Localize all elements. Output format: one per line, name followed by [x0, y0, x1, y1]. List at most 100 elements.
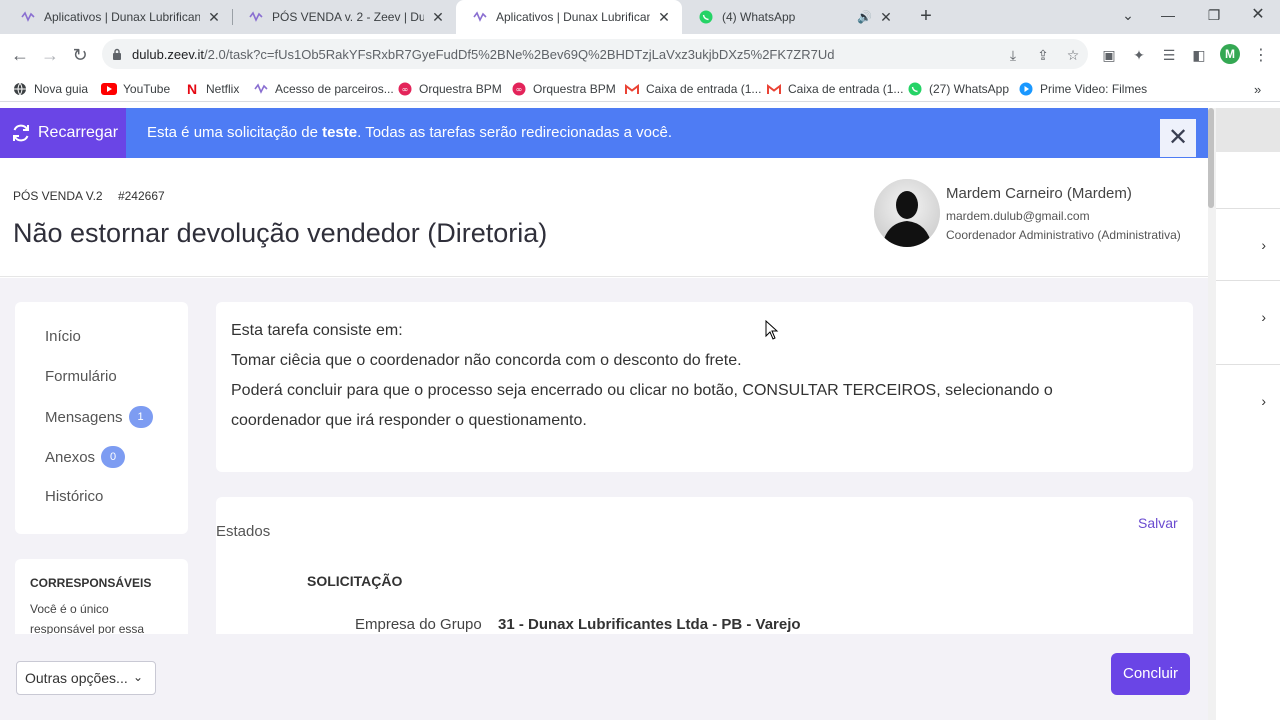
avatar [874, 179, 940, 247]
estados-label: Estados [216, 523, 271, 540]
extension-camera-icon[interactable]: ▣ [1100, 46, 1118, 64]
address-bar[interactable]: dulub.zeev.it/2.0/task?c=fUs1Ob5RakYFsRx… [102, 39, 1088, 69]
profile-avatar[interactable]: M [1220, 44, 1240, 64]
banner-text-after: . Todas as tarefas serão redirecionadas … [357, 124, 673, 141]
orquestra-icon: ∞ [511, 82, 527, 96]
bookmark-label: Caixa de entrada (1... [788, 82, 904, 96]
bookmark-prime-video[interactable]: Prime Video: Filmes [1018, 80, 1147, 98]
nav-item-mensagens[interactable]: Mensagens 1 [45, 406, 153, 428]
bookmark-label: YouTube [123, 82, 171, 96]
reload-button[interactable]: Recarregar [0, 108, 126, 158]
background-row[interactable]: › [1216, 208, 1280, 280]
bookmark-nova-guia[interactable]: Nova guia [12, 80, 88, 98]
bookmark-label: Caixa de entrada (1... [646, 82, 762, 96]
user-email: mardem.dulub@gmail.com [946, 209, 1090, 223]
bookmark-gmail-1[interactable]: Caixa de entrada (1... [624, 80, 761, 98]
tab-whatsapp[interactable]: (4) WhatsApp 🔊 ✕ [682, 0, 904, 34]
instructions-line: Poderá concluir para que o processo seja… [231, 382, 1053, 399]
zeev-icon [472, 9, 488, 25]
bookmark-orquestra-2[interactable]: ∞ Orquestra BPM [511, 80, 616, 98]
tab-aplicativos-1[interactable]: Aplicativos | Dunax Lubrificantes ✕ [4, 0, 232, 34]
save-button[interactable]: Salvar [1138, 515, 1178, 531]
nav-item-historico[interactable]: Histórico [45, 488, 103, 505]
background-page: › › › [1216, 108, 1280, 720]
page-title: Não estornar devolução vendedor (Diretor… [13, 218, 548, 248]
bookmark-star-icon[interactable]: ☆ [1064, 46, 1082, 64]
reading-list-icon[interactable]: ☰ [1160, 46, 1178, 64]
nav-item-formulario[interactable]: Formulário [45, 368, 117, 385]
bookmark-whatsapp[interactable]: (27) WhatsApp [907, 80, 1009, 98]
reload-label: Recarregar [38, 124, 119, 141]
scrollbar-thumb[interactable] [1208, 108, 1214, 208]
nav-item-label: Anexos [45, 448, 96, 466]
bookmark-label: Prime Video: Filmes [1040, 82, 1148, 96]
restore-icon[interactable]: ❐ [1194, 0, 1234, 30]
url-text: dulub.zeev.it/2.0/task?c=fUs1Ob5RakYFsRx… [132, 47, 834, 62]
nav-item-anexos[interactable]: Anexos 0 [45, 446, 126, 468]
close-tab-icon[interactable]: ✕ [206, 9, 222, 26]
new-tab-button[interactable]: + [915, 5, 937, 27]
url-path: /2.0/task?c=fUs1Ob5RakYFsRxbR7GyeFudDf5%… [204, 46, 835, 62]
mouse-cursor-icon [765, 320, 779, 340]
task-modal: Recarregar Esta é uma solicitação de tes… [0, 108, 1210, 720]
extensions-puzzle-icon[interactable]: ✦ [1130, 46, 1148, 64]
count-badge: 1 [128, 406, 153, 428]
chevron-right-icon: › [1261, 309, 1266, 325]
field-label: Empresa do Grupo [355, 616, 482, 633]
bookmark-orquestra-1[interactable]: ∞ Orquestra BPM [397, 80, 502, 98]
process-info: PÓS VENDA V.2 #242667 [13, 189, 165, 203]
field-value: 31 - Dunax Lubrificantes Ltda - PB - Var… [498, 616, 801, 633]
tab-aplicativos-active[interactable]: Aplicativos | Dunax Lubrificantes ✕ [456, 0, 682, 34]
menu-dots-icon[interactable]: ⋮ [1252, 46, 1270, 64]
bookmark-gmail-2[interactable]: Caixa de entrada (1... [766, 80, 903, 98]
conclude-button[interactable]: Concluir [1111, 653, 1190, 695]
bookmark-youtube[interactable]: YouTube [101, 80, 170, 98]
globe-icon [12, 82, 28, 96]
close-icon[interactable]: ✕ [1160, 119, 1196, 157]
close-tab-icon[interactable]: ✕ [656, 9, 672, 26]
banner-text-bold: teste [322, 124, 358, 141]
prime-video-icon [1018, 82, 1034, 96]
scrollbar[interactable] [1208, 108, 1216, 720]
chevron-right-icon: › [1261, 393, 1266, 409]
window-close-icon[interactable]: ✕ [1238, 0, 1278, 30]
other-options-select[interactable]: Outras opções... ⌄ [16, 661, 156, 695]
close-tab-icon[interactable]: ✕ [430, 9, 446, 26]
side-panel-icon[interactable]: ◧ [1190, 46, 1208, 64]
more-bookmarks-chevron-icon[interactable]: » [1254, 80, 1261, 98]
install-app-icon[interactable]: ⤓ [1004, 46, 1022, 64]
background-row[interactable]: › [1216, 280, 1280, 352]
section-title: SOLICITAÇÃO [307, 573, 403, 589]
speaker-icon[interactable]: 🔊 [857, 10, 872, 24]
background-row[interactable]: › [1216, 364, 1280, 436]
gmail-icon [766, 82, 782, 96]
tab-pos-venda[interactable]: PÓS VENDA v. 2 - Zeev | Dunax Lubrifican… [232, 0, 456, 34]
process-code: #242667 [117, 189, 165, 203]
nav-item-label: Início [45, 328, 81, 345]
zeev-icon [253, 82, 269, 96]
svg-text:∞: ∞ [516, 85, 523, 94]
user-name: Mardem Carneiro (Mardem) [946, 185, 1132, 202]
zeev-icon [20, 9, 36, 25]
bookmark-label: Acesso de parceiros... [275, 82, 394, 96]
tab-title: Aplicativos | Dunax Lubrificantes [44, 10, 200, 24]
forward-arrow-icon[interactable]: → [38, 43, 62, 67]
tab-search-chevron-icon[interactable]: ⌄ [1108, 0, 1148, 30]
minimize-icon[interactable]: — [1148, 0, 1188, 30]
orquestra-icon: ∞ [397, 82, 413, 96]
user-role: Coordenador Administrativo (Administrati… [946, 228, 1181, 242]
youtube-icon [101, 82, 117, 96]
share-icon[interactable]: ⇪ [1034, 46, 1052, 64]
refresh-icon [13, 124, 29, 142]
lock-icon[interactable] [102, 48, 132, 60]
close-tab-icon[interactable]: ✕ [878, 9, 894, 26]
test-banner: Recarregar Esta é uma solicitação de tes… [0, 108, 1208, 158]
bookmark-netflix[interactable]: N Netflix [184, 80, 239, 98]
reload-icon[interactable]: ↻ [68, 43, 92, 67]
back-arrow-icon[interactable]: ← [8, 43, 32, 67]
bookmark-acesso-parceiros[interactable]: Acesso de parceiros... [253, 80, 394, 98]
nav-item-inicio[interactable]: Início [45, 328, 81, 345]
user-silhouette-icon [874, 179, 940, 247]
task-header: PÓS VENDA V.2 #242667 Não estornar devol… [0, 158, 1208, 277]
url-host: dulub.zeev.it [132, 46, 205, 62]
